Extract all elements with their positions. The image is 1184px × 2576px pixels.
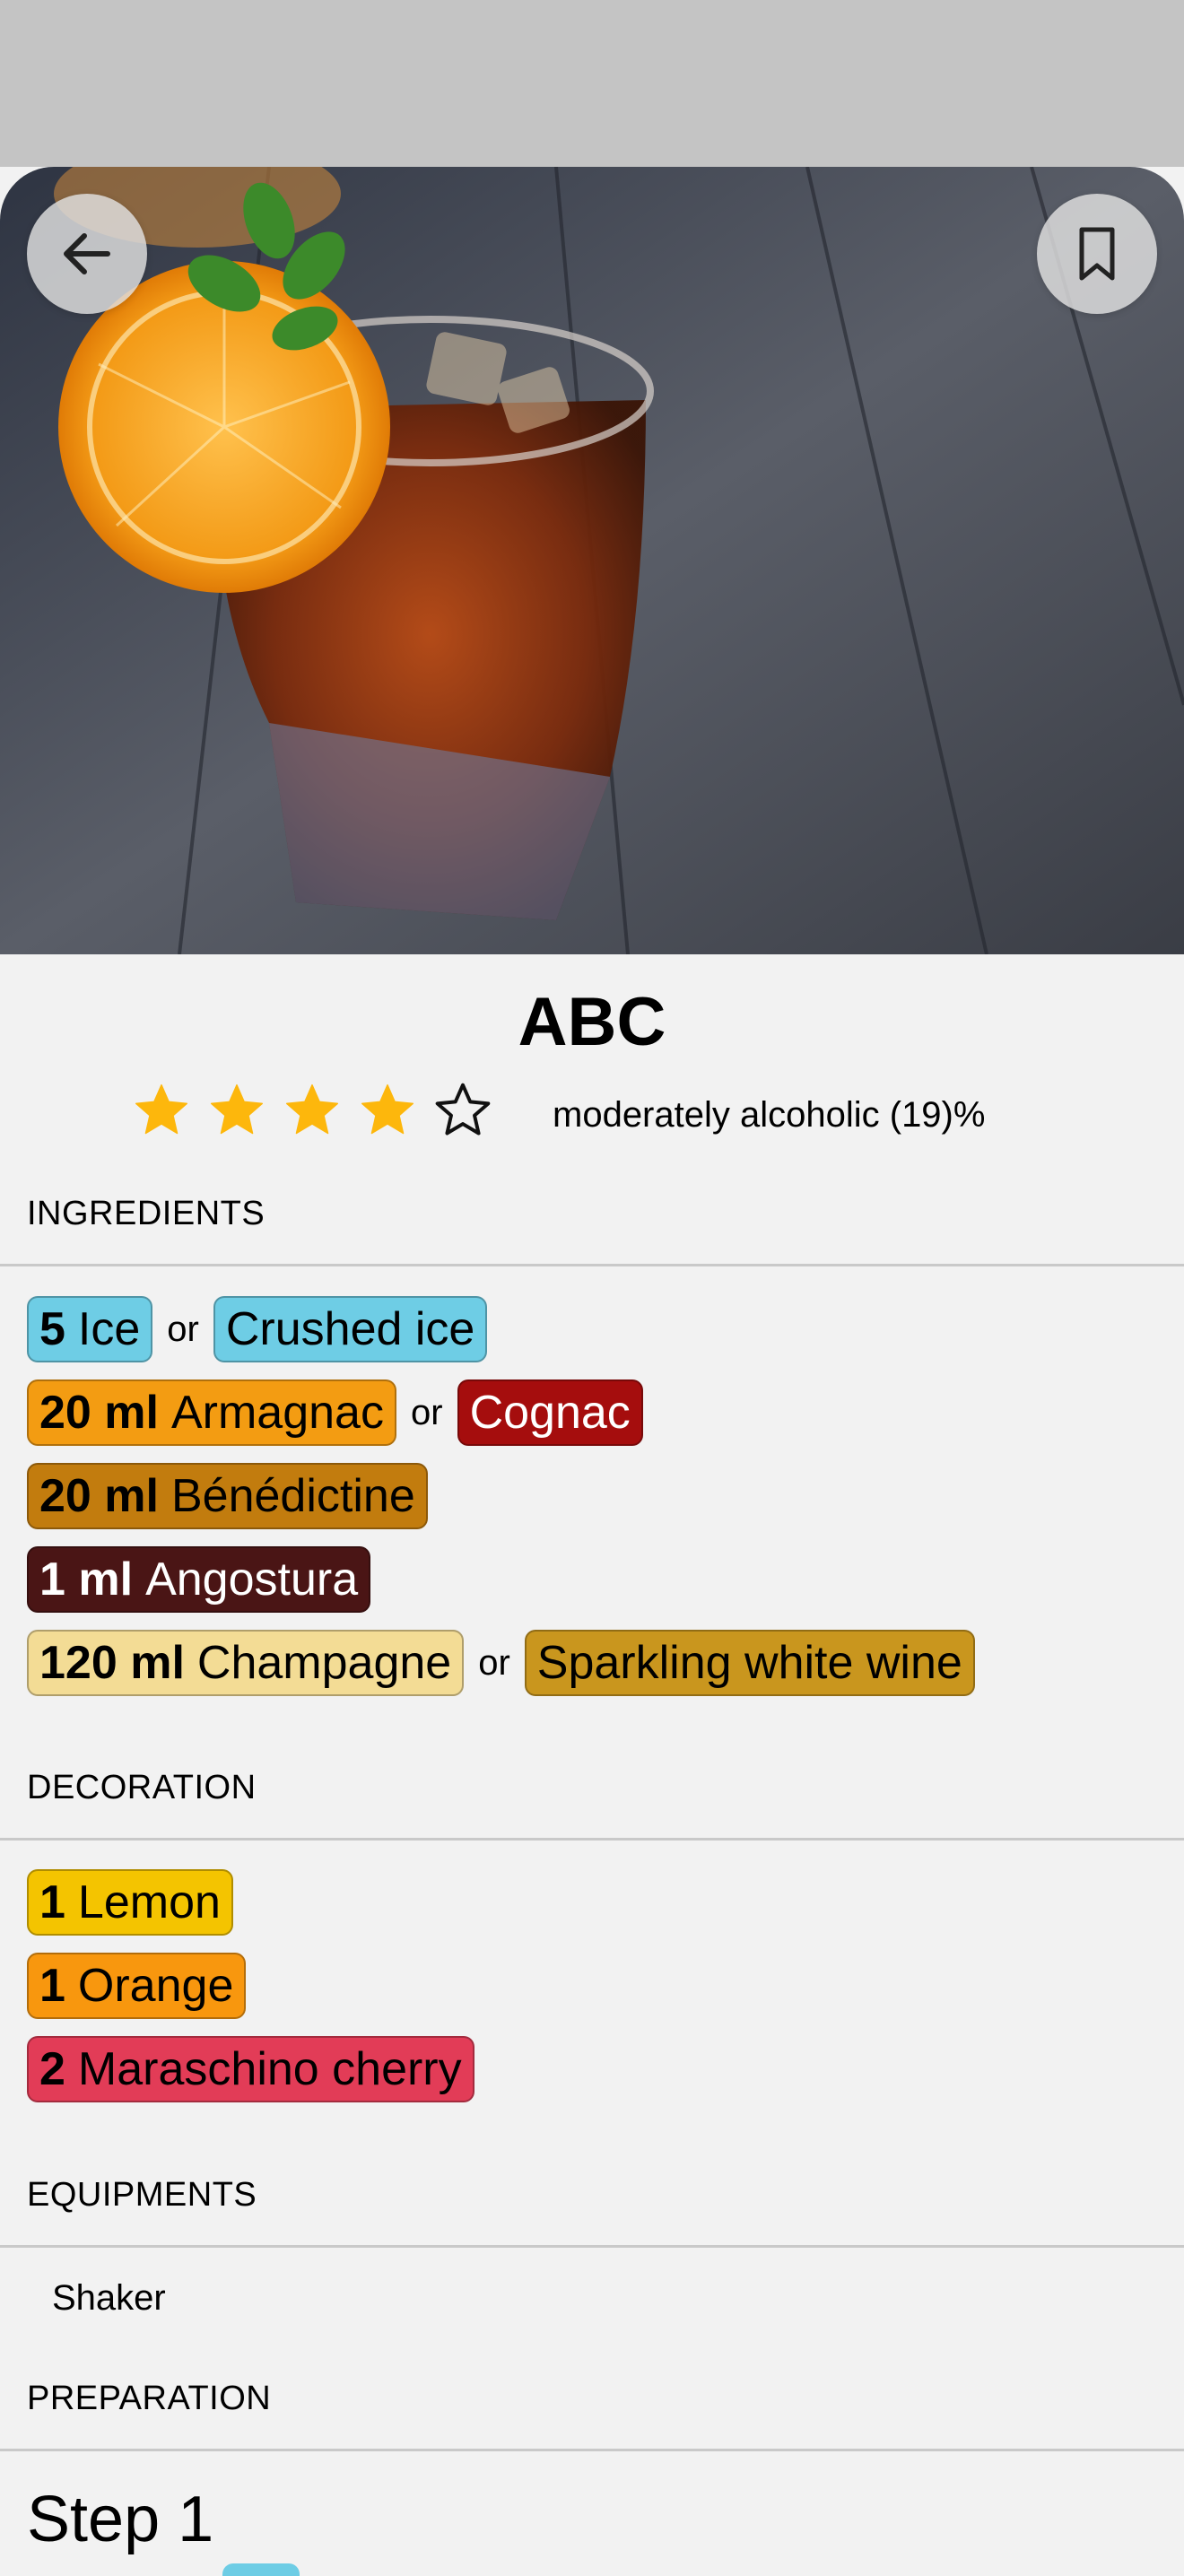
or-label: or	[478, 1642, 510, 1683]
star-filled-icon[interactable]	[282, 1080, 343, 1141]
ingredient-name: Sparkling white wine	[536, 1637, 962, 1689]
ingredient-name: Cognac	[469, 1387, 631, 1439]
ingredient-name: Angostura	[145, 1553, 359, 1606]
or-label: or	[167, 1309, 199, 1349]
ingredient-name: Bénédictine	[170, 1470, 415, 1522]
ingredient-alternative-chip[interactable]: Sparkling white wine	[524, 1630, 975, 1696]
ingredient-name: Armagnac	[170, 1387, 384, 1439]
bookmark-icon	[1079, 227, 1115, 281]
ingredient-amount: 2	[39, 2043, 65, 2095]
divider	[0, 1838, 1184, 1841]
ingredient-row: 120 ml Champagne or Sparkling white wine	[27, 1630, 975, 1696]
ingredient-chip[interactable]: 5 Ice	[27, 1296, 153, 1362]
decoration-row: 1 Orange	[27, 1953, 247, 2019]
decoration-row: 1 Lemon	[27, 1869, 233, 1936]
ingredient-chip[interactable]: 1 Lemon	[27, 1869, 233, 1936]
ingredients-heading: INGREDIENTS	[27, 1195, 266, 1232]
arrow-left-icon	[64, 233, 110, 274]
star-empty-icon[interactable]	[432, 1080, 493, 1141]
ingredient-chip[interactable]: 20 ml Armagnac	[27, 1379, 396, 1446]
ingredient-chip[interactable]: 120 ml Champagne	[27, 1630, 465, 1696]
ingredient-row: 1 ml Angostura	[27, 1546, 371, 1613]
ingredient-row: 20 ml Bénédictine	[27, 1463, 428, 1529]
ingredient-name: Crushed ice	[225, 1303, 475, 1355]
ingredient-alternative-chip[interactable]: Crushed ice	[213, 1296, 488, 1362]
ingredient-name: Champagne	[196, 1637, 452, 1689]
ingredient-chip[interactable]: 2 Maraschino cherry	[27, 2036, 474, 2102]
or-label: or	[410, 1392, 443, 1432]
status-bar-area	[0, 0, 1184, 167]
back-button[interactable]	[27, 194, 147, 314]
ingredient-amount: 5	[39, 1303, 65, 1355]
ingredient-amount: 120 ml	[39, 1637, 185, 1689]
ingredient-alternative-chip[interactable]: Cognac	[457, 1379, 643, 1446]
cocktail-image	[0, 167, 1184, 954]
equipment-item: Shaker	[52, 2278, 166, 2318]
preparation-heading: PREPARATION	[27, 2380, 272, 2417]
ingredient-chip[interactable]: 1 ml Angostura	[27, 1546, 371, 1613]
ingredient-name: Ice	[77, 1303, 141, 1355]
divider	[0, 1264, 1184, 1266]
ingredient-amount: 20 ml	[39, 1470, 159, 1522]
ingredient-row: 5 Ice or Crushed ice	[27, 1296, 488, 1362]
step-ingredient-chip[interactable]	[222, 2563, 300, 2576]
cocktail-photo	[0, 167, 1184, 954]
cocktail-title: ABC	[518, 984, 666, 1060]
ingredient-chip[interactable]: 1 Orange	[27, 1953, 247, 2019]
equipments-heading: EQUIPMENTS	[27, 2176, 257, 2214]
decoration-row: 2 Maraschino cherry	[27, 2036, 474, 2102]
ingredient-amount: 20 ml	[39, 1387, 159, 1439]
ingredient-amount: 1	[39, 1876, 65, 1928]
ingredient-amount: 1 ml	[39, 1553, 134, 1606]
divider	[0, 2449, 1184, 2451]
ingredient-name: Orange	[77, 1960, 234, 2012]
bookmark-button[interactable]	[1037, 194, 1157, 314]
ingredient-chip[interactable]: 20 ml Bénédictine	[27, 1463, 428, 1529]
divider	[0, 2245, 1184, 2248]
ingredient-name: Lemon	[77, 1876, 221, 1928]
alcohol-level: moderately alcoholic (19)%	[553, 1095, 986, 1135]
star-filled-icon[interactable]	[206, 1080, 267, 1141]
star-rating	[131, 1080, 493, 1141]
decoration-heading: DECORATION	[27, 1769, 257, 1806]
star-filled-icon[interactable]	[357, 1080, 418, 1141]
ingredient-row: 20 ml Armagnac or Cognac	[27, 1379, 643, 1446]
star-filled-icon[interactable]	[131, 1080, 192, 1141]
ingredient-amount: 1	[39, 1960, 65, 2012]
ingredient-name: Maraschino cherry	[77, 2043, 462, 2095]
step-title: Step 1	[27, 2484, 214, 2555]
